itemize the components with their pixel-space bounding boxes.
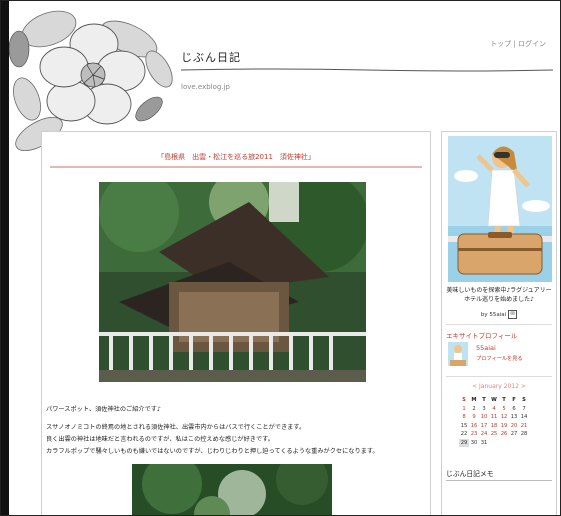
- calendar-day[interactable]: 9: [469, 413, 479, 422]
- profile-illustration[interactable]: [448, 136, 552, 282]
- calendar-day[interactable]: 2: [469, 405, 479, 414]
- calendar-week-row: 1 2 3 4 5 6 7: [459, 405, 529, 414]
- calendar-day[interactable]: 25: [489, 430, 499, 439]
- nav-top-link[interactable]: トップ: [490, 40, 511, 48]
- calendar-title[interactable]: < January 2012 >: [442, 383, 556, 390]
- calendar-day: [499, 439, 509, 448]
- calendar-day[interactable]: 1: [459, 405, 469, 414]
- calendar-header-cell: T: [502, 397, 506, 404]
- post-area: 「島根県 出雲・松江を巡る旅2011 須佐神社」 パワースポット、須佐神社のご紹…: [41, 131, 431, 516]
- calendar-day[interactable]: 22: [459, 430, 469, 439]
- calendar-day[interactable]: 3: [479, 405, 489, 414]
- calendar-header-cell: W: [491, 397, 497, 404]
- post-title[interactable]: 「島根県 出雲・松江を巡る旅2011 須佐神社」: [42, 152, 430, 162]
- blog-header: じぶん日記 love.exblog.jp トップ | ログイン: [9, 9, 554, 159]
- calendar-week-row: 22 23 24 25 26 27 28: [459, 430, 529, 439]
- post-title-rule: [50, 166, 422, 168]
- calendar-day[interactable]: 11: [489, 413, 499, 422]
- calendar-header-cell: T: [482, 397, 486, 404]
- sidebar: 美味しいものを探索中♪ラグジュアリーホテル巡りを始めました♪ by 55aiai…: [441, 131, 557, 515]
- calendar-day: [519, 439, 529, 448]
- garden-photo[interactable]: [132, 464, 332, 516]
- blog-title[interactable]: じぶん日記: [181, 49, 241, 65]
- left-edge-bar: [1, 1, 9, 515]
- calendar-day[interactable]: 19: [499, 422, 509, 431]
- divider: [446, 376, 552, 377]
- calendar-day[interactable]: 12: [499, 413, 509, 422]
- calendar-header-row: S M T W T F S: [459, 396, 529, 405]
- divider: [446, 480, 552, 481]
- calendar-day[interactable]: 14: [519, 413, 529, 422]
- calendar-day[interactable]: 6: [509, 405, 519, 414]
- nav-login-link[interactable]: ログイン: [518, 40, 546, 48]
- post-text-line-3: スサノオノミコトの終焉の地とされる須佐神社、出雲市内からはバスで行くことができま…: [46, 424, 306, 431]
- calendar-header-cell: F: [512, 397, 516, 404]
- calendar-day[interactable]: 18: [489, 422, 499, 431]
- calendar-day[interactable]: 30: [469, 439, 479, 448]
- post-text-line-1: パワースポット、須佐神社のご紹介です♪: [46, 406, 161, 413]
- blog-description: 美味しいものを探索中♪ラグジュアリーホテル巡りを始めました♪: [446, 287, 552, 303]
- calendar-day: [489, 439, 499, 448]
- top-navigation: トップ | ログイン: [490, 39, 546, 49]
- calendar-week-row: 29 30 31: [459, 438, 529, 448]
- calendar-day-today[interactable]: 29: [459, 438, 469, 447]
- calendar-day[interactable]: 31: [479, 439, 489, 448]
- calendar-day[interactable]: 27: [509, 430, 519, 439]
- profile-icon[interactable]: ✉: [508, 310, 518, 319]
- calendar-day[interactable]: 20: [509, 422, 519, 431]
- profile-heading[interactable]: エキサイトプロフィール: [446, 330, 517, 340]
- divider: [446, 324, 552, 325]
- calendar: S M T W T F S 1 2 3 4 5 6 7 8 9 10 11 12…: [459, 396, 529, 447]
- author-label: by 55aiai: [480, 312, 507, 318]
- post-text-line-5: カラフルポップで騒々しいものも嫌いではないのですが、じわりじわりと押し迫ってくる…: [46, 448, 379, 455]
- calendar-week-row: 15 16 17 18 19 20 21: [459, 422, 529, 431]
- calendar-day[interactable]: 21: [519, 422, 529, 431]
- calendar-week-row: 8 9 10 11 12 13 14: [459, 413, 529, 422]
- blog-url[interactable]: love.exblog.jp: [181, 83, 230, 91]
- calendar-day[interactable]: 24: [479, 430, 489, 439]
- calendar-header-cell: S: [462, 397, 466, 404]
- calendar-header-cell: S: [522, 397, 526, 404]
- avatar[interactable]: [448, 342, 468, 366]
- post-text-line-4: 良く出雲の神社は地味だと言われるのですが、私はこの控えめな感じが好きです。: [46, 436, 274, 443]
- calendar-day[interactable]: 23: [469, 430, 479, 439]
- calendar-day[interactable]: 17: [479, 422, 489, 431]
- calendar-day[interactable]: 10: [479, 413, 489, 422]
- calendar-day[interactable]: 28: [519, 430, 529, 439]
- calendar-day[interactable]: 26: [499, 430, 509, 439]
- calendar-day[interactable]: 7: [519, 405, 529, 414]
- profile-link[interactable]: プロフィールを見る: [476, 355, 523, 362]
- calendar-day: [509, 439, 519, 448]
- calendar-day[interactable]: 4: [489, 405, 499, 414]
- author-line: by 55aiai ✉: [442, 310, 556, 319]
- shrine-photo[interactable]: [99, 182, 366, 382]
- nav-separator: |: [511, 40, 518, 48]
- calendar-day[interactable]: 13: [509, 413, 519, 422]
- title-rule: [181, 68, 553, 72]
- calendar-day[interactable]: 16: [469, 422, 479, 431]
- calendar-day[interactable]: 15: [459, 422, 469, 431]
- memo-heading: じぶん日記メモ: [446, 470, 494, 478]
- calendar-day[interactable]: 5: [499, 405, 509, 414]
- calendar-day[interactable]: 8: [459, 413, 469, 422]
- page-frame: じぶん日記 love.exblog.jp トップ | ログイン 「島根県 出雲・…: [0, 0, 561, 516]
- username[interactable]: 55aiai: [476, 344, 496, 352]
- calendar-header-cell: M: [471, 397, 477, 404]
